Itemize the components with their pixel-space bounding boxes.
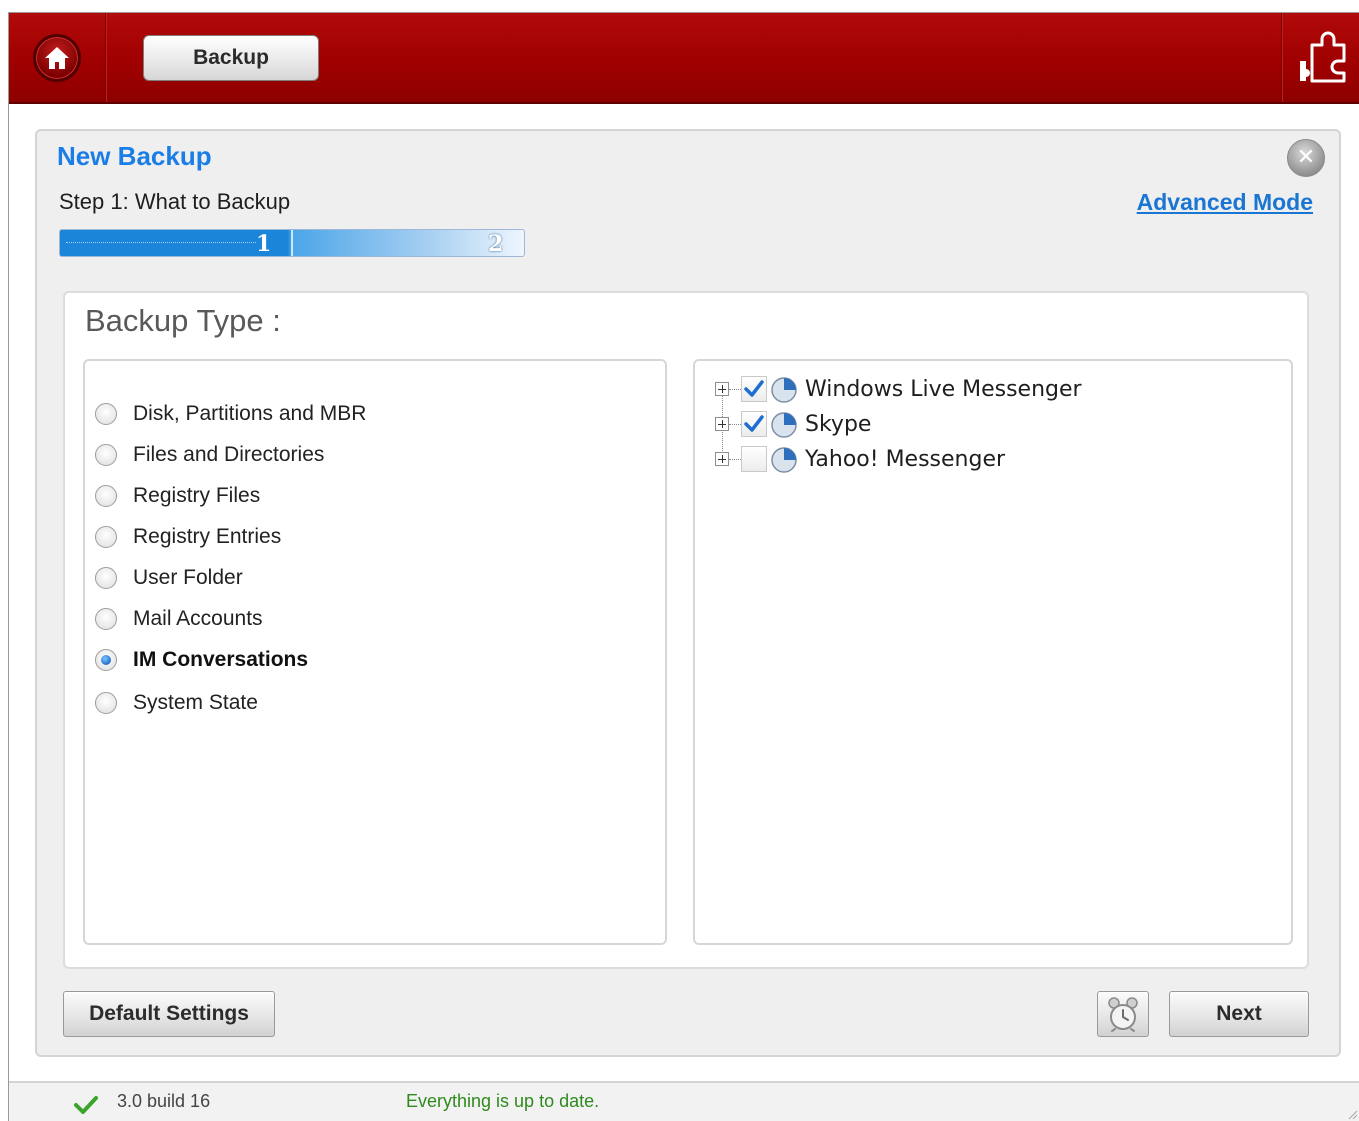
- option-label: Registry Entries: [133, 525, 282, 548]
- next-button[interactable]: Next: [1169, 991, 1309, 1037]
- expand-icon[interactable]: [715, 382, 729, 396]
- radio-button[interactable]: [95, 485, 117, 507]
- backup-type-title: Backup Type :: [85, 303, 281, 338]
- option-label: IM Conversations: [133, 648, 309, 671]
- option-registry-entries[interactable]: Registry Entries: [95, 522, 281, 552]
- step-progress-bar: 1 2: [59, 229, 525, 257]
- toolbar-separator: [1281, 13, 1282, 102]
- im-client-tree: Windows Live Messenger Skype Yahoo! Mess…: [693, 359, 1293, 945]
- option-registry-files[interactable]: Registry Files: [95, 481, 260, 511]
- toolbar-separator: [105, 13, 106, 102]
- radio-button[interactable]: [95, 567, 117, 589]
- option-im-conversations[interactable]: IM Conversations: [95, 645, 308, 675]
- version-label: 3.0 build 16: [117, 1091, 211, 1111]
- backup-type-panel: Backup Type : Disk, Partitions and MBR F…: [63, 291, 1309, 969]
- backup-type-options: Disk, Partitions and MBR Files and Direc…: [83, 359, 667, 945]
- option-label: User Folder: [133, 566, 243, 589]
- messenger-app-icon: [771, 412, 797, 438]
- dialog-title: New Backup: [57, 141, 212, 171]
- tree-item-windows-live-messenger: Windows Live Messenger: [715, 373, 1082, 405]
- radio-button[interactable]: [95, 526, 117, 548]
- messenger-app-icon: [771, 377, 797, 403]
- radio-button-selected[interactable]: [95, 649, 117, 671]
- schedule-button[interactable]: [1097, 991, 1149, 1037]
- expand-icon[interactable]: [715, 417, 729, 431]
- default-settings-button[interactable]: Default Settings: [63, 991, 275, 1037]
- radio-button[interactable]: [95, 403, 117, 425]
- option-label: Registry Files: [133, 484, 261, 507]
- close-button[interactable]: ✕: [1287, 139, 1325, 177]
- status-bar: 3.0 build 16 Everything is up to date.: [9, 1081, 1359, 1121]
- tree-item-skype: Skype: [715, 408, 871, 440]
- home-icon: [45, 47, 69, 69]
- radio-button[interactable]: [95, 444, 117, 466]
- progress-step-2: 2: [488, 231, 504, 257]
- tab-backup[interactable]: Backup: [143, 35, 319, 81]
- radio-button[interactable]: [95, 608, 117, 630]
- option-label: Files and Directories: [133, 443, 325, 466]
- plugin-puzzle-icon[interactable]: [1292, 31, 1352, 87]
- expand-icon[interactable]: [715, 452, 729, 466]
- step-label: Step 1: What to Backup: [59, 189, 291, 214]
- option-label: Mail Accounts: [133, 607, 263, 630]
- checkbox-unchecked[interactable]: [741, 446, 767, 472]
- option-label: System State: [133, 691, 258, 714]
- checkmark-icon: [744, 415, 764, 432]
- tree-item-label: Yahoo! Messenger: [805, 446, 1006, 472]
- checkmark-icon: [744, 380, 764, 397]
- tree-item-label: Skype: [805, 411, 872, 437]
- option-user-folder[interactable]: User Folder: [95, 563, 243, 593]
- top-bar: Backup: [9, 13, 1359, 104]
- option-mail-accounts[interactable]: Mail Accounts: [95, 604, 263, 634]
- checkbox-checked[interactable]: [741, 376, 767, 402]
- advanced-mode-link[interactable]: Advanced Mode: [1137, 189, 1313, 216]
- progress-step-1: 1: [256, 231, 272, 257]
- option-disk-partitions-mbr[interactable]: Disk, Partitions and MBR: [95, 399, 366, 429]
- option-label: Disk, Partitions and MBR: [133, 402, 367, 425]
- option-files-directories[interactable]: Files and Directories: [95, 440, 324, 470]
- tree-item-label: Windows Live Messenger: [805, 376, 1082, 402]
- messenger-app-icon: [771, 447, 797, 473]
- checkbox-checked[interactable]: [741, 411, 767, 437]
- resize-grip-icon[interactable]: [1346, 1108, 1358, 1120]
- update-status-message: Everything is up to date.: [406, 1091, 600, 1111]
- option-system-state[interactable]: System State: [95, 688, 258, 718]
- new-backup-dialog: New Backup ✕ Step 1: What to Backup Adva…: [35, 129, 1341, 1057]
- close-icon: ✕: [1296, 145, 1316, 170]
- tree-item-yahoo-messenger: Yahoo! Messenger: [715, 443, 1005, 475]
- home-button[interactable]: [33, 34, 81, 82]
- checkmark-icon: [74, 1096, 98, 1114]
- radio-button[interactable]: [95, 692, 117, 714]
- app-window: Backup New Backup ✕ Step 1: What to Back…: [8, 12, 1359, 1121]
- alarm-clock-icon: [1108, 997, 1138, 1032]
